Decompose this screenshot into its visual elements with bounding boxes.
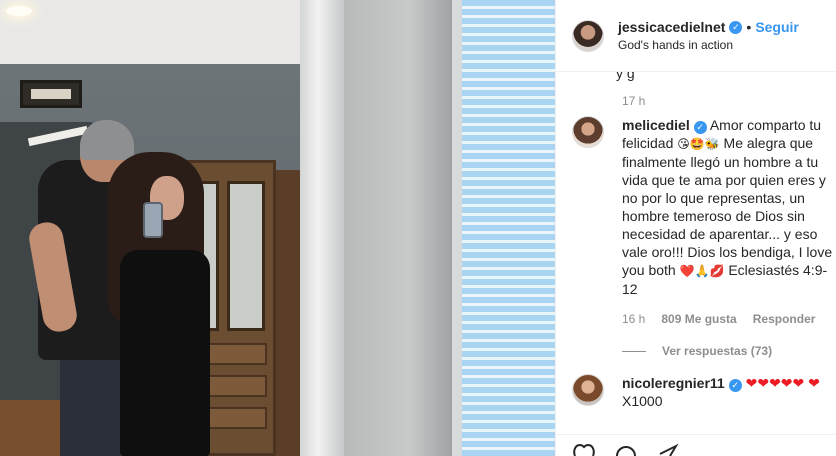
photo-ceiling bbox=[0, 0, 300, 64]
commenter-username[interactable]: melicediel bbox=[622, 117, 690, 133]
reply-button[interactable]: Responder bbox=[753, 310, 816, 328]
heart-emoji: ❤ bbox=[808, 375, 820, 391]
header-text: jessicacedielnet ✓ • Seguir God's hands … bbox=[618, 19, 799, 52]
comment-text-2: Me alegra que finalmente llegó un hombre… bbox=[622, 135, 833, 278]
view-replies-label: Ver respuestas (73) bbox=[662, 344, 773, 358]
comments-list[interactable]: y g 17 h melicediel ✓ Amor comparto tu fe… bbox=[556, 72, 836, 434]
comment-meta: 16 h 809 Me gusta Responder bbox=[622, 310, 834, 328]
comment-timestamp[interactable]: 16 h bbox=[622, 310, 645, 328]
post-photo[interactable] bbox=[0, 0, 555, 456]
post-header: jessicacedielnet ✓ • Seguir God's hands … bbox=[556, 0, 836, 72]
verified-icon: ✓ bbox=[728, 379, 742, 392]
photo-phone bbox=[143, 202, 163, 238]
comment-body: nicoleregnier11 ✓ ❤❤❤❤❤ ❤ X1000 bbox=[622, 374, 834, 410]
replies-line bbox=[622, 350, 646, 352]
heart-emoji-row: ❤❤❤❤❤ bbox=[745, 375, 805, 391]
commenter-avatar[interactable] bbox=[572, 374, 604, 406]
photo-ceiling-light bbox=[6, 6, 32, 16]
post-actions-bar bbox=[556, 434, 836, 456]
view-replies-button[interactable]: Ver respuestas (73) bbox=[622, 342, 834, 360]
comment-likes[interactable]: 809 Me gusta bbox=[661, 310, 736, 328]
photo-wall-sign bbox=[20, 80, 82, 108]
verified-icon: ✓ bbox=[729, 20, 743, 34]
author-username[interactable]: jessicacedielnet bbox=[618, 19, 725, 35]
header-separator: • bbox=[746, 19, 752, 35]
follow-button[interactable]: Seguir bbox=[755, 19, 799, 35]
instagram-post: jessicacedielnet ✓ • Seguir God's hands … bbox=[0, 0, 836, 456]
photo-mirror-frame bbox=[300, 0, 344, 456]
comment-icon[interactable] bbox=[614, 442, 638, 456]
comment-item: melicediel ✓ Amor comparto tu felicidad 😘… bbox=[572, 116, 834, 360]
caption-cut-text: y g bbox=[616, 72, 635, 81]
post-location[interactable]: God's hands in action bbox=[618, 38, 799, 52]
author-avatar[interactable] bbox=[572, 19, 604, 52]
commenter-username[interactable]: nicoleregnier11 bbox=[622, 375, 725, 391]
photo-woman bbox=[120, 250, 210, 456]
photo-wall-right bbox=[344, 0, 452, 456]
comment-body: melicediel ✓ Amor comparto tu felicidad 😘… bbox=[622, 116, 834, 360]
comment-item: nicoleregnier11 ✓ ❤❤❤❤❤ ❤ X1000 bbox=[572, 374, 834, 410]
comment-emoji-1: 😘🤩🐝 bbox=[677, 137, 720, 151]
heart-icon[interactable] bbox=[572, 442, 596, 456]
comment-emoji-2: ❤️🙏💋 bbox=[679, 264, 725, 278]
share-icon[interactable] bbox=[656, 442, 680, 456]
caption-timestamp[interactable]: 17 h bbox=[622, 94, 645, 108]
verified-icon: ✓ bbox=[693, 121, 707, 134]
commenter-avatar[interactable] bbox=[572, 116, 604, 148]
comment-text: X1000 bbox=[622, 393, 663, 409]
photo-window-blinds bbox=[452, 0, 555, 456]
post-side-panel: jessicacedielnet ✓ • Seguir God's hands … bbox=[555, 0, 836, 456]
